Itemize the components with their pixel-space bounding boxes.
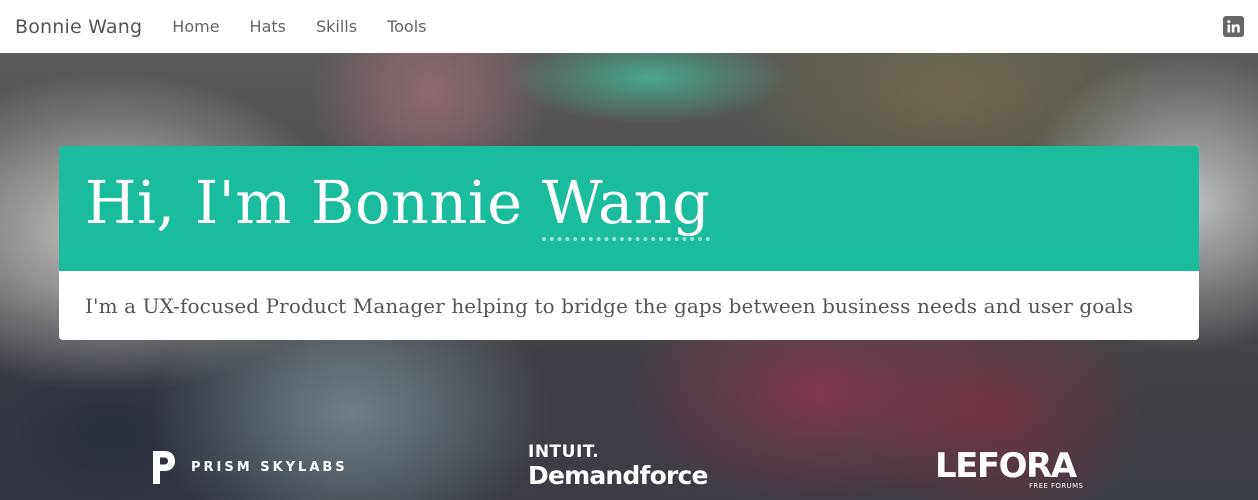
headline-prefix: Hi, I'm Bonnie (85, 168, 542, 237)
linkedin-icon[interactable] (1223, 16, 1244, 37)
demandforce-text: Demandforce (528, 461, 708, 490)
intro-card-header: Hi, I'm Bonnie Wang (59, 146, 1199, 271)
nav-link-home[interactable]: Home (157, 17, 234, 36)
lefora-logo: LEFORA FREE FORUMS (935, 448, 1083, 490)
nav-link-skills[interactable]: Skills (301, 17, 372, 36)
lefora-subtext: FREE FORUMS (1029, 482, 1084, 490)
nav-link-tools[interactable]: Tools (372, 17, 441, 36)
headline-name: Wang (541, 168, 711, 241)
brand-link[interactable]: Bonnie Wang (15, 16, 142, 38)
intro-card-body: I'm a UX-focused Product Manager helping… (59, 271, 1199, 340)
lefora-text: LEFORA (935, 446, 1077, 486)
tagline: I'm a UX-focused Product Manager helping… (85, 293, 1134, 318)
intuit-text: INTUIT. (528, 442, 600, 462)
top-nav-bar: Bonnie Wang Home Hats Skills Tools (0, 0, 1258, 53)
prism-skylabs-text: PRISM SKYLABS (191, 459, 348, 475)
prism-skylabs-logo: PRISM SKYLABS (149, 447, 348, 487)
prism-mark-icon (153, 451, 175, 484)
headline: Hi, I'm Bonnie Wang (85, 168, 711, 241)
nav-link-hats[interactable]: Hats (235, 17, 301, 36)
nav-links: Home Hats Skills Tools (157, 17, 441, 36)
intuit-demandforce-logo: INTUIT. Demandforce (528, 443, 708, 491)
intro-card: Hi, I'm Bonnie Wang I'm a UX-focused Pro… (59, 146, 1199, 340)
